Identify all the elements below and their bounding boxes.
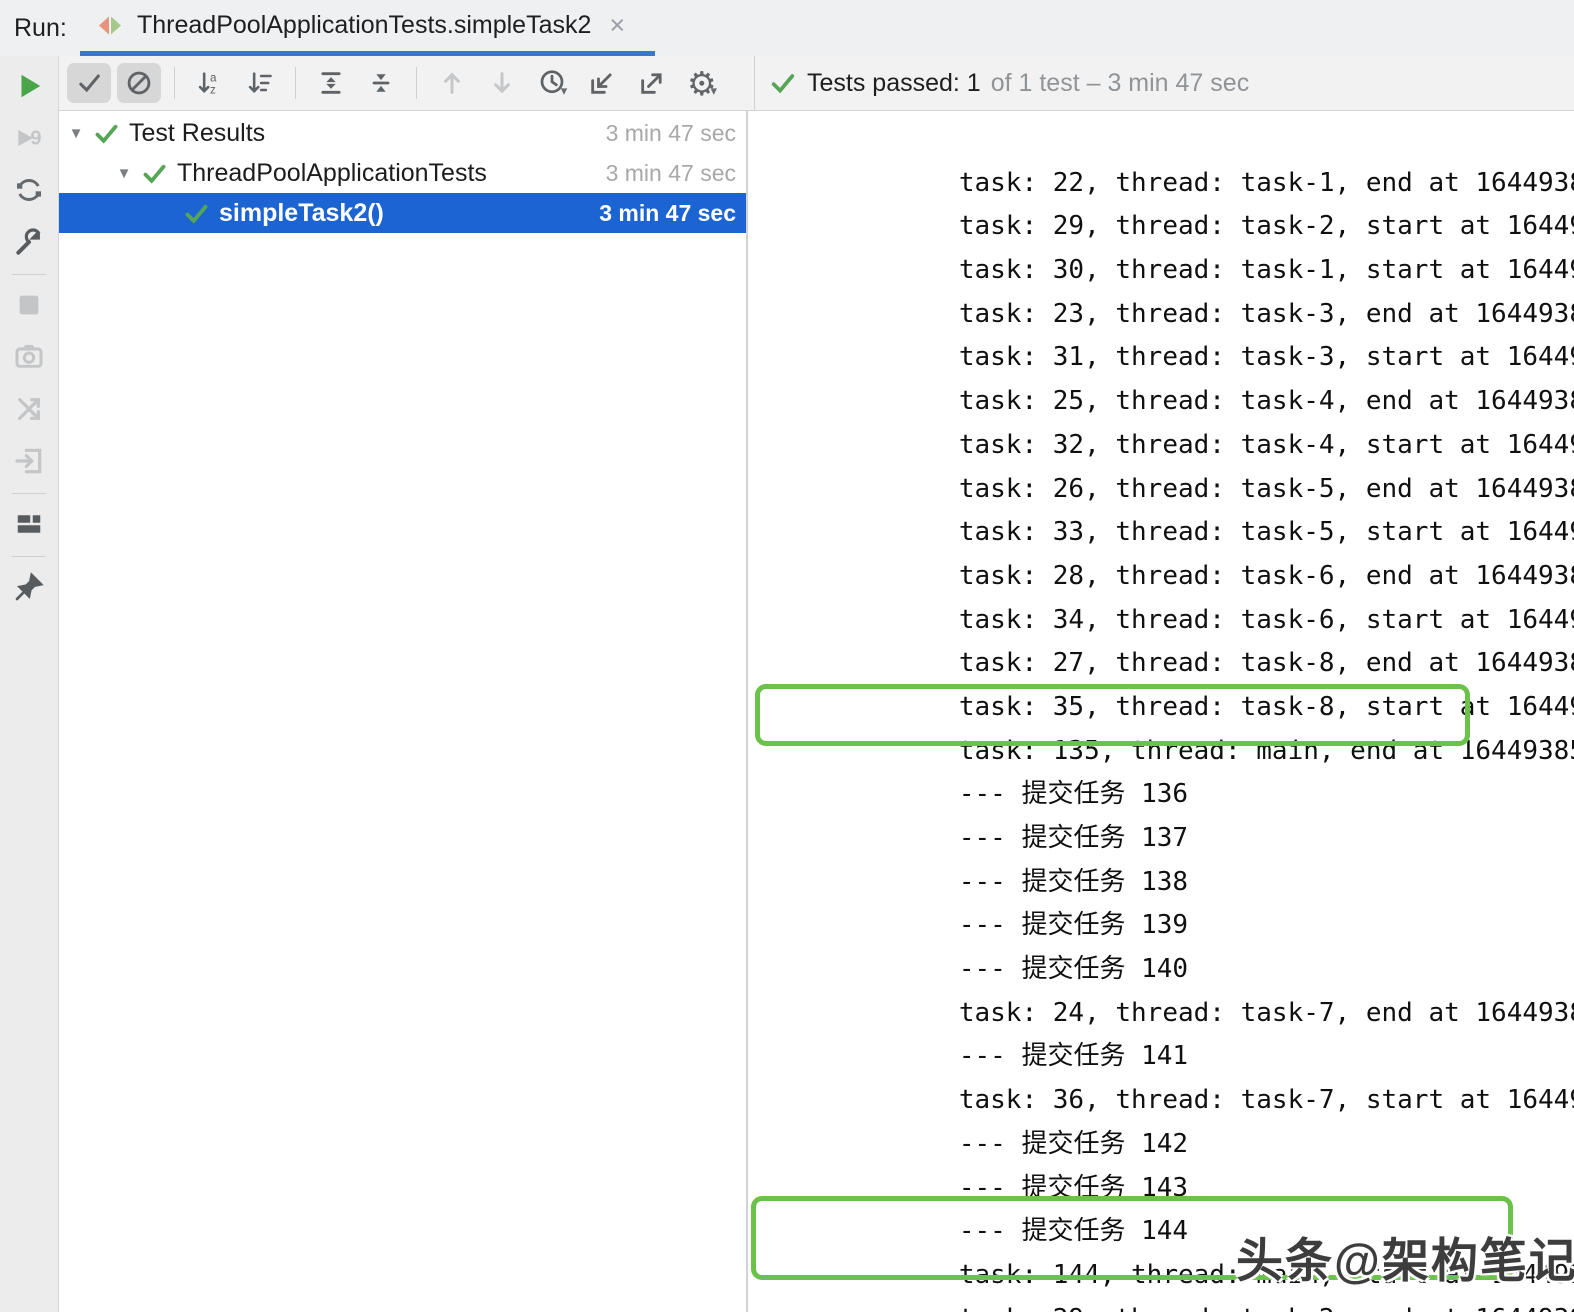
console-lines: task: 22, thread: task-1, end at 1644938…	[748, 118, 1574, 1312]
sort-by-duration-button[interactable]	[238, 63, 282, 103]
junit-test-icon	[96, 12, 123, 39]
run-content: ▼ Test Results 3 min 47 sec ▼ ThreadPool…	[59, 111, 1574, 1312]
run-header: Run: ThreadPoolApplicationTests.simpleTa…	[0, 0, 1574, 57]
sidebar-separator	[12, 556, 46, 557]
test-node-label: simpleTask2()	[219, 198, 384, 227]
pin-icon	[13, 571, 45, 603]
test-history-button[interactable]: ▾	[530, 63, 574, 103]
show-ignored-icon	[125, 69, 153, 97]
chevron-down-icon: ▾	[560, 83, 568, 98]
test-tree-row[interactable]: ▼ ThreadPoolApplicationTests 3 min 47 se…	[59, 153, 746, 193]
test-toolbar-buttons: a z ▾ ⚙ ▾	[59, 56, 755, 110]
refresh-icon	[13, 174, 45, 206]
svg-text:a: a	[210, 71, 217, 84]
stop-button[interactable]	[7, 283, 51, 327]
screenshot-icon	[13, 341, 45, 373]
tests-passed-check-icon	[769, 69, 797, 97]
collapse-all-button[interactable]	[359, 63, 403, 103]
console-output[interactable]: task: 22, thread: task-1, end at 1644938…	[748, 111, 1574, 1312]
sort-by-duration-icon	[246, 69, 274, 97]
tests-passed-detail: of 1 test – 3 min 47 sec	[990, 68, 1250, 97]
run-label: Run:	[14, 14, 67, 42]
collapse-all-icon	[367, 69, 395, 97]
next-occurrence-icon	[488, 69, 516, 97]
rerun-failed-icon: 9	[13, 122, 45, 154]
test-tree-row[interactable]: simpleTask2() 3 min 47 sec	[59, 193, 746, 233]
wrench-icon	[13, 226, 45, 258]
settings-button[interactable]: ⚙ ▾	[680, 63, 724, 103]
test-toolbar: a z ▾ ⚙ ▾ Tests passed: 1 of 1 test – 3 …	[59, 56, 1574, 111]
export-test-results-icon	[638, 69, 666, 97]
test-passed-check-icon	[141, 160, 168, 187]
svg-text:9: 9	[30, 128, 41, 150]
run-tab-title: ThreadPoolApplicationTests.simpleTask2	[137, 11, 592, 39]
show-ignored-toggle[interactable]	[117, 63, 161, 103]
chevron-expanded-icon[interactable]: ▼	[107, 165, 141, 182]
export-test-results-button[interactable]	[630, 63, 674, 103]
import-test-results-button[interactable]	[580, 63, 624, 103]
expand-all-button[interactable]	[309, 63, 353, 103]
next-occurrence-button[interactable]	[480, 63, 524, 103]
test-tree-row[interactable]: ▼ Test Results 3 min 47 sec	[59, 113, 746, 153]
test-node-duration: 3 min 47 sec	[599, 199, 736, 226]
run-tab[interactable]: ThreadPoolApplicationTests.simpleTask2 ×	[86, 0, 635, 51]
stop-icon	[15, 291, 43, 319]
refresh-button[interactable]	[7, 168, 51, 212]
sidebar-separator	[12, 493, 46, 494]
import-into-icon	[13, 445, 45, 477]
restore-layout-button[interactable]	[7, 502, 51, 546]
rerun-failed-tests-button[interactable]: 9	[7, 116, 51, 160]
watermark-text: 头条@架构笔记	[1236, 1234, 1574, 1287]
toolbar-separator	[416, 67, 417, 99]
close-icon[interactable]: ×	[609, 12, 625, 39]
previous-occurrence-icon	[438, 69, 466, 97]
test-node-duration: 3 min 47 sec	[605, 159, 736, 186]
import-test-results-icon	[588, 69, 616, 97]
chevron-down-icon: ▾	[710, 83, 718, 98]
thread-dump-icon	[13, 393, 45, 425]
chevron-expanded-icon[interactable]: ▼	[59, 125, 93, 142]
test-node-duration: 3 min 47 sec	[605, 119, 736, 146]
test-node-label: ThreadPoolApplicationTests	[177, 158, 487, 187]
thread-dump-button[interactable]	[7, 387, 51, 431]
sidebar-separator	[12, 274, 46, 275]
sort-alphabetically-button[interactable]: a z	[188, 63, 232, 103]
tests-passed-count: Tests passed: 1	[807, 68, 981, 97]
import-into-button[interactable]	[7, 439, 51, 483]
previous-occurrence-button[interactable]	[430, 63, 474, 103]
test-passed-check-icon	[93, 120, 120, 147]
sort-alphabetically-icon: a z	[196, 69, 224, 97]
test-node-label: Test Results	[129, 118, 266, 147]
run-tool-window: Run: ThreadPoolApplicationTests.simpleTa…	[0, 0, 1574, 1312]
rerun-icon	[14, 71, 44, 101]
console-line: task: 22, thread: task-1, end at 1644938…	[958, 167, 1574, 198]
test-passed-check-icon	[183, 200, 210, 227]
test-tree: ▼ Test Results 3 min 47 sec ▼ ThreadPool…	[59, 111, 748, 1312]
layout-icon	[14, 509, 44, 539]
test-status-bar: Tests passed: 1 of 1 test – 3 min 47 sec	[755, 56, 1249, 110]
expand-all-icon	[317, 69, 345, 97]
run-main: a z ▾ ⚙ ▾ Tests passed: 1 of 1 test – 3 …	[59, 56, 1574, 1312]
build-settings-button[interactable]	[7, 220, 51, 264]
screenshot-button[interactable]	[7, 335, 51, 379]
show-passed-icon	[75, 69, 103, 97]
show-passed-toggle[interactable]	[67, 63, 111, 103]
toolbar-separator	[295, 67, 296, 99]
pin-tab-button[interactable]	[7, 565, 51, 609]
svg-text:z: z	[210, 84, 216, 97]
run-sidebar: 9	[0, 56, 59, 1312]
toolbar-separator	[174, 67, 175, 99]
rerun-button[interactable]	[7, 64, 51, 108]
